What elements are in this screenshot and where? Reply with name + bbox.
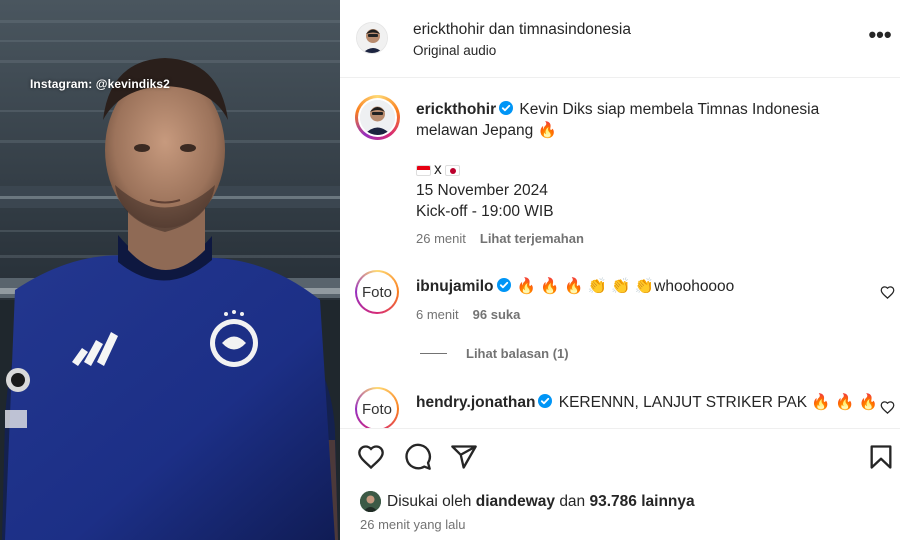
- caption-kickoff: Kick-off - 19:00 WIB: [416, 203, 554, 220]
- comment-time[interactable]: 6 menit: [416, 307, 459, 322]
- bookmark-icon[interactable]: [867, 443, 895, 471]
- comment-like-heart-icon[interactable]: [880, 285, 895, 300]
- comment-avatar-placeholder: Foto: [357, 272, 397, 312]
- caption-text: erickthohir Kevin Diks siap membela Timn…: [416, 99, 856, 141]
- comment-message: 🔥 🔥 🔥 👏 👏 👏whoohoooo: [516, 278, 735, 295]
- comment-avatar-placeholder: Foto: [357, 389, 397, 429]
- caption-date: 15 November 2024: [416, 182, 548, 199]
- liked-by-user[interactable]: diandeway: [476, 493, 555, 511]
- comment-avatar[interactable]: Foto: [355, 270, 399, 314]
- author-avatar-image: [357, 23, 387, 53]
- caption-avatar[interactable]: [355, 95, 400, 140]
- post-actions-bar: Disukai oleh diandeway dan 93.786 lainny…: [340, 428, 900, 540]
- post-detail-panel: erickthohir dan timnasindonesia Original…: [340, 0, 900, 540]
- post-timestamp[interactable]: 26 menit yang lalu: [360, 517, 466, 532]
- comment-message: KERENNN, LANJUT STRIKER PAK 🔥 🔥 🔥: [558, 394, 878, 411]
- comment-like-heart-icon[interactable]: [880, 400, 895, 415]
- comment-likes[interactable]: 96 suka: [473, 307, 521, 322]
- more-options-button[interactable]: •••: [865, 24, 895, 50]
- view-replies-label: Lihat balasan (1): [466, 346, 569, 361]
- comment-meta: 6 menit 96 suka: [416, 307, 520, 322]
- heart-icon[interactable]: [357, 443, 385, 471]
- post-video[interactable]: Instagram: @kevindiks2: [0, 0, 340, 540]
- post-header: erickthohir dan timnasindonesia Original…: [340, 0, 900, 78]
- comment-body: ibnujamilo 🔥 🔥 🔥 👏 👏 👏whoohoooo: [416, 277, 734, 296]
- caption-flags: x: [416, 161, 460, 179]
- audio-label[interactable]: Original audio: [413, 43, 496, 58]
- comment-avatar[interactable]: Foto: [355, 387, 399, 431]
- caption-meta: 26 menit Lihat terjemahan: [416, 231, 584, 246]
- comment-icon[interactable]: [404, 443, 432, 471]
- liker-avatar-image: [360, 491, 381, 512]
- verified-badge-icon: [538, 394, 553, 408]
- replies-divider: [420, 353, 447, 354]
- share-icon[interactable]: [450, 443, 478, 471]
- post-authors[interactable]: erickthohir dan timnasindonesia: [413, 21, 631, 39]
- liked-by-conj: dan: [559, 492, 586, 510]
- see-translation-button[interactable]: Lihat terjemahan: [480, 231, 584, 246]
- liked-by-count[interactable]: 93.786 lainnya: [590, 493, 695, 511]
- caption-time[interactable]: 26 menit: [416, 231, 466, 246]
- caption-username[interactable]: erickthohir: [416, 101, 496, 118]
- liker-avatar: [360, 491, 381, 512]
- verified-badge-icon: [499, 101, 514, 115]
- comment-username[interactable]: hendry.jonathan: [416, 394, 535, 411]
- view-replies-button[interactable]: Lihat balasan (1): [420, 346, 569, 361]
- likes-summary[interactable]: Disukai oleh diandeway dan 93.786 lainny…: [360, 491, 695, 512]
- caption-avatar-image: [360, 100, 395, 135]
- indonesia-flag-icon: [416, 164, 431, 176]
- comment-username[interactable]: ibnujamilo: [416, 278, 494, 295]
- liked-by-prefix: Disukai oleh: [387, 492, 472, 510]
- japan-flag-icon: [444, 164, 460, 176]
- video-watermark: Instagram: @kevindiks2: [30, 77, 170, 91]
- comment-body: hendry.jonathan KERENNN, LANJUT STRIKER …: [416, 393, 878, 412]
- verified-badge-icon: [496, 278, 511, 292]
- flags-separator: x: [434, 161, 442, 178]
- author-avatar[interactable]: [356, 22, 388, 54]
